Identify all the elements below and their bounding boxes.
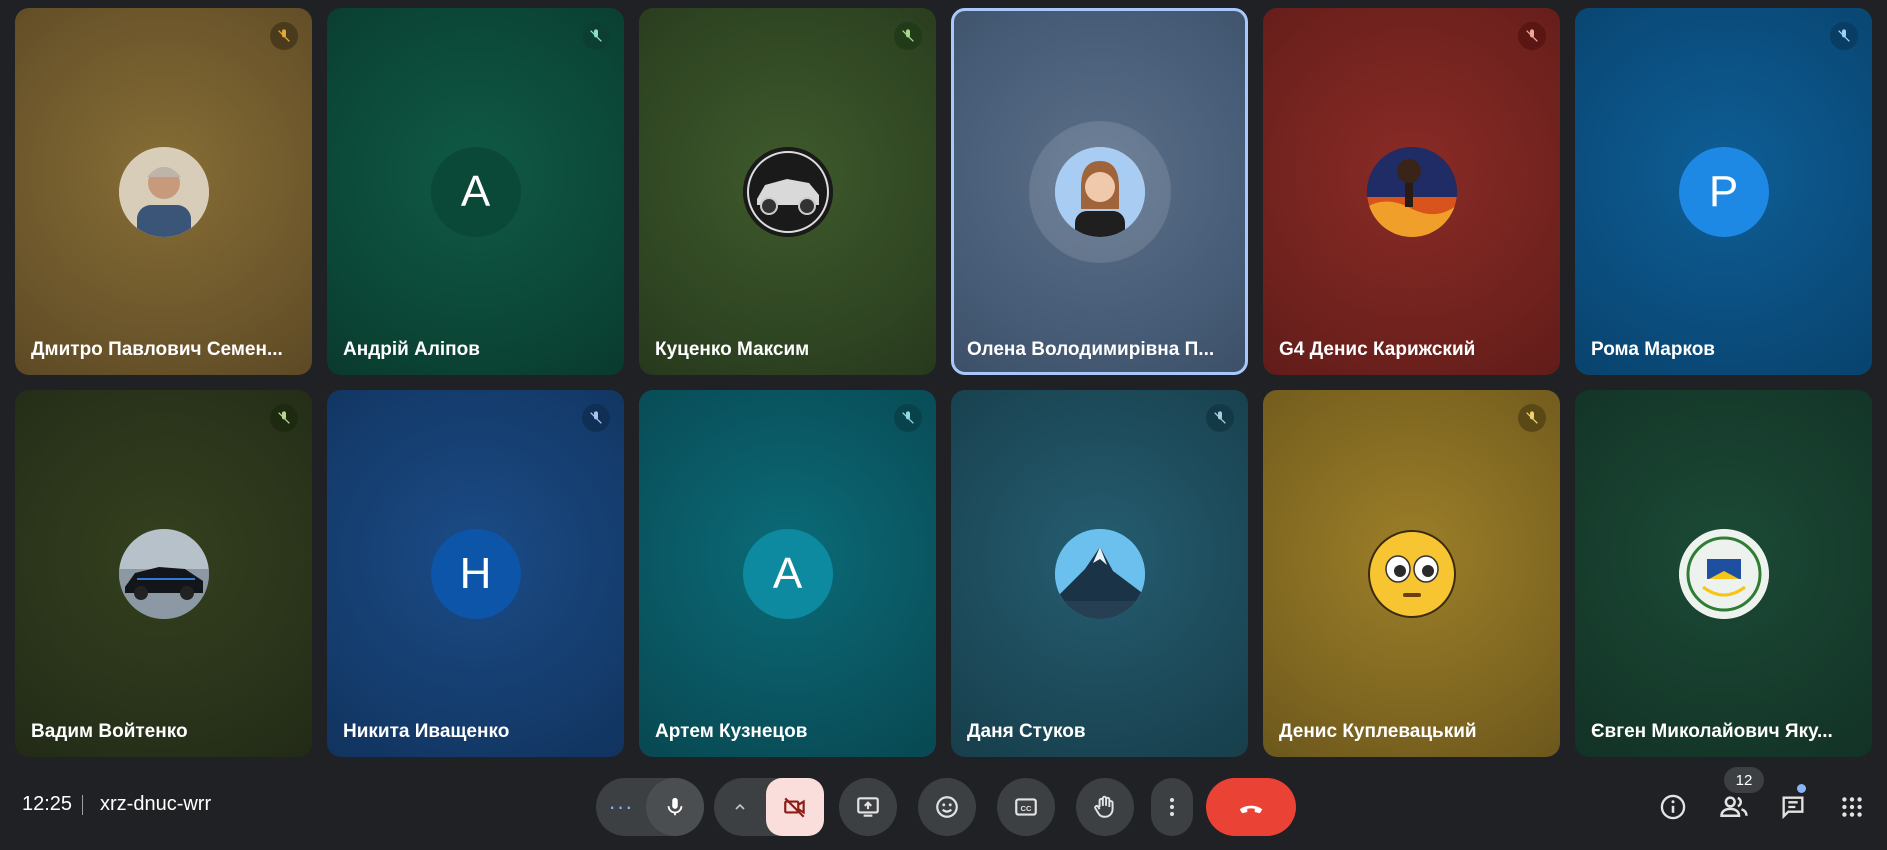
activities-button[interactable]	[1830, 785, 1874, 829]
avatar: А	[430, 146, 521, 237]
video-control-group	[714, 778, 824, 836]
captions-button[interactable]: CC	[997, 778, 1055, 836]
more-horiz-icon: ···	[608, 794, 634, 819]
more-vert-icon	[1170, 798, 1174, 816]
control-bar: 12:25 xrz-dnuc-wrr ··· CC 12	[0, 757, 1887, 850]
mic-off-icon	[1518, 404, 1546, 432]
mic-off-icon	[270, 22, 298, 50]
participant-tile[interactable]: Куценко Максим	[639, 8, 936, 375]
emoji-icon	[936, 796, 958, 818]
participant-tile[interactable]: А Андрій Аліпов	[327, 8, 624, 375]
participant-name: Рома Марков	[1591, 339, 1715, 360]
participant-tile[interactable]: Р Рома Марков	[1575, 8, 1872, 375]
participant-name: Євген Миколайович Яку...	[1591, 721, 1833, 742]
divider	[82, 795, 83, 815]
mic-button[interactable]	[646, 778, 704, 836]
people-button[interactable]	[1712, 785, 1756, 829]
avatar	[1366, 146, 1457, 237]
info-icon	[1660, 794, 1686, 820]
more-options-button[interactable]	[1151, 778, 1193, 836]
meeting-info-button[interactable]	[1651, 785, 1695, 829]
closed-captions-icon: CC	[1015, 798, 1037, 816]
participant-tile-active-speaker[interactable]: Олена Володимирівна П...	[951, 8, 1248, 375]
call-end-icon	[1239, 805, 1263, 814]
mic-off-icon	[270, 404, 298, 432]
mic-icon	[667, 797, 683, 816]
hand-icon	[1094, 795, 1114, 818]
avatar: А	[742, 528, 833, 619]
leave-call-button[interactable]	[1206, 778, 1296, 836]
participant-name: Артем Кузнецов	[655, 721, 808, 742]
mic-off-icon	[894, 22, 922, 50]
chevron-up-icon	[735, 803, 745, 810]
apps-grid-icon	[1842, 797, 1862, 817]
present-screen-icon	[857, 797, 879, 817]
svg-text:CC: CC	[1021, 804, 1032, 813]
audio-options-button[interactable]: ···	[596, 778, 646, 836]
participant-tile[interactable]: Даня Стуков	[951, 390, 1248, 757]
avatar	[1054, 146, 1145, 237]
participant-tile[interactable]: Дмитро Павлович Семен...	[15, 8, 312, 375]
camera-toggle-button[interactable]	[766, 778, 824, 836]
chat-notification-dot	[1797, 784, 1806, 793]
avatar	[1054, 528, 1145, 619]
participant-name: Вадим Войтенко	[31, 721, 188, 742]
audio-control-group: ···	[596, 778, 704, 836]
avatar	[1678, 528, 1769, 619]
people-icon	[1720, 796, 1748, 817]
participant-name: Андрій Аліпов	[343, 339, 480, 360]
mic-off-icon	[1518, 22, 1546, 50]
participant-tile[interactable]: Євген Миколайович Яку...	[1575, 390, 1872, 757]
mic-off-icon	[894, 404, 922, 432]
videocam-off-icon	[784, 797, 805, 818]
mic-off-icon	[582, 22, 610, 50]
avatar	[742, 146, 833, 237]
video-options-button[interactable]	[714, 778, 766, 836]
participant-name: Никита Иващенко	[343, 721, 510, 742]
participant-grid: Дмитро Павлович Семен... А Андрій Аліпов…	[15, 8, 1874, 757]
participant-tile[interactable]: А Артем Кузнецов	[639, 390, 936, 757]
present-button[interactable]	[839, 778, 897, 836]
avatar: Н	[430, 528, 521, 619]
participant-name: Даня Стуков	[967, 721, 1086, 742]
meeting-time: 12:25	[22, 793, 73, 815]
mic-off-icon	[1830, 22, 1858, 50]
raise-hand-button[interactable]	[1076, 778, 1134, 836]
mic-off-icon	[582, 404, 610, 432]
reactions-button[interactable]	[918, 778, 976, 836]
avatar: Р	[1678, 146, 1769, 237]
meeting-code: xrz-dnuc-wrr	[100, 793, 212, 815]
avatar	[118, 146, 209, 237]
participant-tile[interactable]: Вадим Войтенко	[15, 390, 312, 757]
participant-name: Денис Куплевацький	[1279, 721, 1477, 742]
participant-tile[interactable]: Денис Куплевацький	[1263, 390, 1560, 757]
mic-off-icon	[1206, 404, 1234, 432]
participant-tile[interactable]: Н Никита Иващенко	[327, 390, 624, 757]
avatar	[118, 528, 209, 619]
participant-name: G4 Денис Карижский	[1279, 339, 1476, 360]
participant-name: Куценко Максим	[655, 339, 810, 360]
participant-name: Олена Володимирівна П...	[967, 339, 1215, 360]
chat-button[interactable]	[1771, 785, 1815, 829]
chat-icon	[1782, 796, 1804, 820]
participant-tile[interactable]: G4 Денис Карижский	[1263, 8, 1560, 375]
participant-name: Дмитро Павлович Семен...	[31, 339, 283, 360]
avatar	[1367, 529, 1457, 619]
